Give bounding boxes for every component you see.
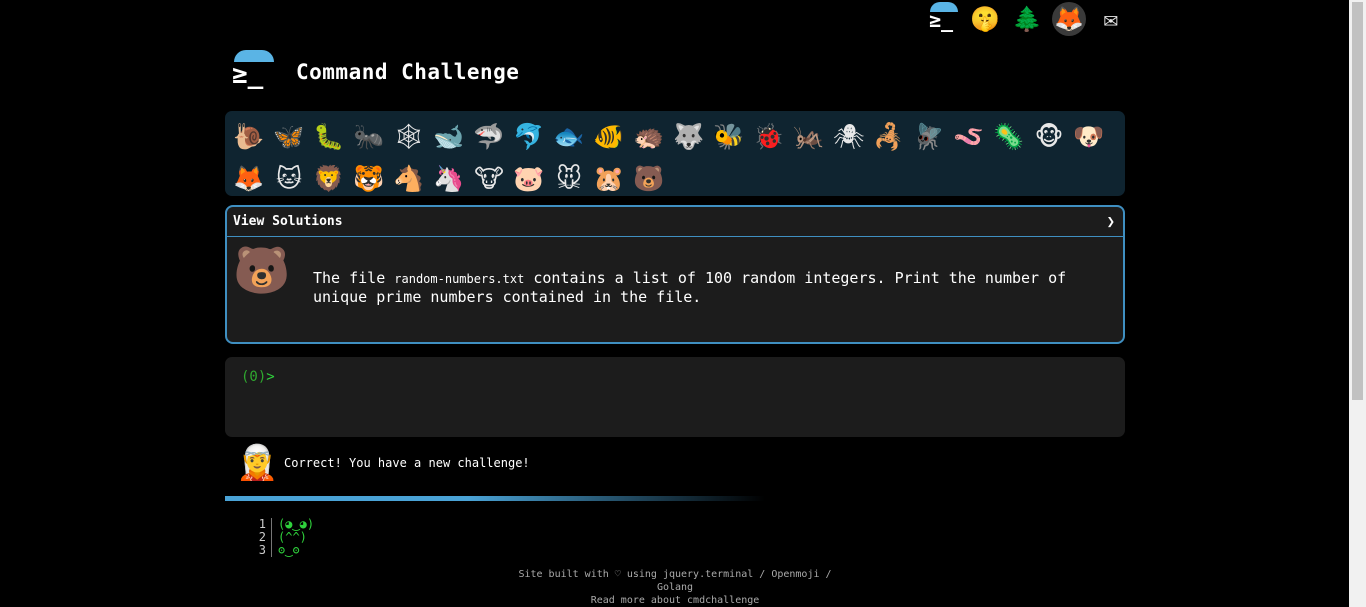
animal-dolphin-icon[interactable]: 🐬 <box>509 115 549 157</box>
logo-prompt: ≥_ <box>929 8 954 32</box>
elf-icon: 🧝 <box>236 443 279 483</box>
page-title: Command Challenge <box>296 60 520 84</box>
footer: Site built with ♡ using jquery.terminal … <box>505 568 845 607</box>
animal-spider-icon[interactable]: 🕷 <box>829 115 869 157</box>
view-solutions-label: View Solutions <box>233 214 343 229</box>
animal-lion-icon[interactable]: 🦁 <box>309 157 349 199</box>
scrollbar-thumb[interactable] <box>1352 2 1363 400</box>
tree-icon[interactable]: 🌲 <box>1010 2 1044 36</box>
animal-fox-icon[interactable]: 🦊 <box>229 157 269 199</box>
status-message: 🧝 Correct! You have a new challenge! <box>236 446 530 480</box>
animal-ladybug-icon[interactable]: 🐞 <box>749 115 789 157</box>
progress-bar <box>225 496 765 501</box>
animal-scorpion-icon[interactable]: 🦂 <box>869 115 909 157</box>
animal-unicorn-icon[interactable]: 🦄 <box>429 157 469 199</box>
challenge-text-before: The file <box>313 269 395 287</box>
animal-shark-icon[interactable]: 🦈 <box>469 115 509 157</box>
terminal-logo-icon: ≥_ <box>230 50 278 94</box>
animal-mouse-icon[interactable]: 🐭 <box>549 157 589 199</box>
animal-tropical-fish-icon[interactable]: 🐠 <box>589 115 629 157</box>
animal-cricket-icon[interactable]: 🦗 <box>789 115 829 157</box>
animal-tiger-icon[interactable]: 🐯 <box>349 157 389 199</box>
view-solutions-toggle[interactable]: View Solutions ❯ <box>227 207 1123 237</box>
animal-wolf-icon[interactable]: 🐺 <box>669 115 709 157</box>
animal-hamster-icon[interactable]: 🐹 <box>589 157 629 199</box>
top-icon-bar: ≥_ 🤫 🌲 🦊 ✉ <box>926 2 1128 36</box>
page-header: ≥_ Command Challenge <box>230 50 519 94</box>
animal-horse-icon[interactable]: 🐴 <box>389 157 429 199</box>
chevron-right-icon: ❯ <box>1106 213 1115 230</box>
read-more-link[interactable]: Read more about cmdchallenge <box>591 595 760 606</box>
emoji-face-icon[interactable]: 🤫 <box>968 2 1002 36</box>
animal-cat-icon[interactable]: 🐱 <box>269 157 309 199</box>
page-scrollbar[interactable] <box>1349 0 1366 607</box>
cmdchallenge-logo-icon[interactable]: ≥_ <box>926 2 960 36</box>
challenge-file-name: random-numbers.txt <box>394 272 525 286</box>
animal-worm-icon[interactable]: 🪱 <box>949 115 989 157</box>
output-lines: 1 (◕‿◕) 2 (^^) 3 ʘ‿ʘ <box>258 518 314 557</box>
animal-spider-web-icon[interactable]: 🕸 <box>389 115 429 157</box>
status-text: Correct! You have a new challenge! <box>284 456 530 470</box>
terminal-input[interactable]: (0)> <box>225 357 1125 437</box>
animal-ant-icon[interactable]: 🐜 <box>349 115 389 157</box>
terminal-prompt-symbol: > <box>266 369 275 385</box>
bear-icon: 🐻 <box>233 243 291 297</box>
terminal-prompt-count: (0) <box>241 369 267 385</box>
animal-hedgehog-icon[interactable]: 🦔 <box>629 115 669 157</box>
animal-bee-icon[interactable]: 🐝 <box>709 115 749 157</box>
line-text: ʘ‿ʘ <box>278 543 300 557</box>
mail-icon[interactable]: ✉ <box>1094 2 1128 36</box>
animal-monkey-icon[interactable]: 🐵 <box>1029 115 1069 157</box>
challenge-description: The file random-numbers.txt contains a l… <box>313 269 1103 306</box>
animal-cow-icon[interactable]: 🐮 <box>469 157 509 199</box>
animal-fly-icon[interactable]: 🪰 <box>909 115 949 157</box>
animal-microbe-icon[interactable]: 🦠 <box>989 115 1029 157</box>
gitlab-icon[interactable]: 🦊 <box>1052 2 1086 36</box>
animal-dog-icon[interactable]: 🐶 <box>1069 115 1109 157</box>
logo-prompt: ≥_ <box>232 60 264 90</box>
animal-caterpillar-icon[interactable]: 🐛 <box>309 115 349 157</box>
output-line: 3 ʘ‿ʘ <box>258 544 314 557</box>
challenge-animal-bar: 🐌 🦋 🐛 🐜 🕸 🐋 🦈 🐬 🐟 🐠 🦔 🐺 🐝 🐞 🦗 🕷 🦂 🪰 🪱 🦠 🐵 🐶 🦊 🐱 🦁 🐯 🐴 🦄 🐮 🐷 🐭 🐹 🐻 <box>225 111 1125 196</box>
animal-butterfly-icon[interactable]: 🦋 <box>269 115 309 157</box>
challenge-panel: View Solutions ❯ 🐻 The file random-numbe… <box>225 205 1125 344</box>
animal-snail-icon[interactable]: 🐌 <box>229 115 269 157</box>
challenge-body: 🐻 The file random-numbers.txt contains a… <box>227 237 1123 316</box>
animal-pig-icon[interactable]: 🐷 <box>509 157 549 199</box>
footer-credits: Site built with ♡ using jquery.terminal … <box>518 569 832 593</box>
line-number: 3 <box>258 544 272 557</box>
animal-bear-icon[interactable]: 🐻 <box>629 157 669 199</box>
animal-fish-icon[interactable]: 🐟 <box>549 115 589 157</box>
animal-whale-icon[interactable]: 🐋 <box>429 115 469 157</box>
